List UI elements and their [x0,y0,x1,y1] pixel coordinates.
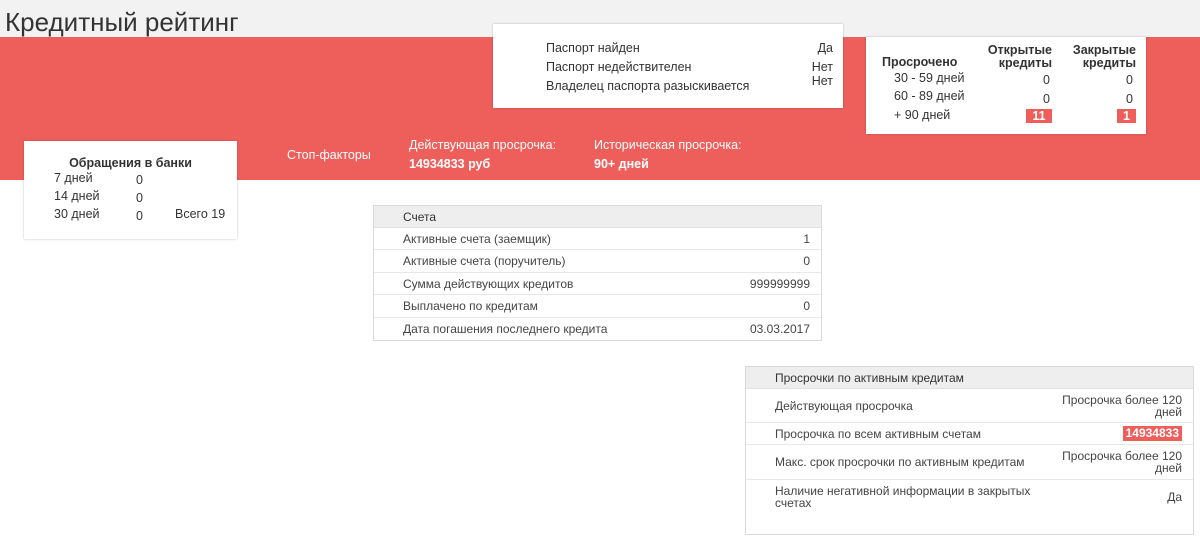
active-row-label: Просрочка по всем активным счетам [775,427,981,441]
table-row: Наличие негативной информации в закрытых… [746,480,1193,517]
current-overdue-label: Действующая просрочка: [409,138,557,152]
bank-total: Всего 19 [175,207,226,221]
table-row: Сумма действующих кредитов 999999999 [374,273,821,296]
overdue-header: Просрочено [882,55,958,69]
passport-invalid-label: Паспорт недействителен [546,60,692,74]
table-row: Действующая просрочка Просрочка более 12… [746,389,1193,423]
passport-found-label: Паспорт найден [546,41,640,55]
passport-row-invalid: Паспорт недействителен Нет [546,60,833,76]
bank-requests-card: Обращения в банки 7 дней 0 14 дней 0 30 … [24,141,237,239]
accounts-row-label: Сумма действующих кредитов [403,276,574,291]
open-30-59-value: 0 [1043,73,1050,87]
accounts-table: Счета Активные счета (заемщик) 1 Активны… [373,205,822,341]
table-row: Дата погашения последнего кредита 03.03.… [374,318,821,340]
closed-30-59-value: 0 [1126,73,1133,87]
active-overdue-table: Просрочки по активным кредитам Действующ… [745,366,1194,535]
bank-count-7: 0 [136,173,143,187]
table-row: Макс. срок просрочки по активным кредита… [746,445,1193,480]
table-row: Активные счета (заемщик) 1 [374,228,821,251]
open-credits-header: Открытые кредиты [987,43,1052,70]
table-row: Просрочка по всем активным счетам 149348… [746,423,1193,445]
passport-row-wanted: Владелец паспорта разыскивается Нет [546,74,833,95]
accounts-row-value: 0 [803,299,810,314]
active-row-value: Просрочка более 120 дней [1062,393,1182,419]
page-title: Кредитный рейтинг [5,7,239,37]
closed-credits-header: Закрытые кредиты [1072,43,1136,70]
accounts-row-label: Дата погашения последнего кредита [403,321,608,336]
active-row-label: Наличие негативной информации в закрытых… [775,484,1031,510]
bank-count-30: 0 [136,209,143,223]
passport-found-value: Да [817,41,833,55]
bank-period-14: 14 дней [54,189,100,203]
accounts-row-value: 03.03.2017 [749,321,810,336]
overdue-period-30-59: 30 - 59 дней [894,71,965,85]
closed-90-plus-value: 1 [1117,109,1136,123]
open-60-89-value: 0 [1043,92,1050,106]
passport-card: Паспорт найден Да Паспорт недействителен… [493,24,843,108]
bank-requests-title: Обращения в банки [69,156,192,170]
active-row-value: Просрочка более 120 дней [1062,449,1182,475]
table-row: Активные счета (поручитель) 0 [374,250,821,273]
active-row-label: Действующая просрочка [775,399,913,413]
historical-overdue-label: Историческая просрочка: [594,138,742,152]
bank-period-30: 30 дней [54,207,100,221]
passport-wanted-label: Владелец паспорта разыскивается [546,79,750,93]
overdue-period-90-plus: + 90 дней [894,108,951,122]
overdue-card: Просрочено Открытые кредиты Закрытые кре… [866,37,1146,134]
accounts-row-value: 999999999 [749,276,810,291]
passport-row-found: Паспорт найден Да [546,41,833,57]
bank-period-7: 7 дней [54,171,93,185]
accounts-row-label: Активные счета (заемщик) [403,232,551,246]
active-overdue-table-header: Просрочки по активным кредитам [746,367,1193,389]
open-90-plus-value: 11 [1026,109,1052,123]
stop-factors-link[interactable]: Стоп-факторы [287,148,371,162]
accounts-row-value: 1 [803,232,810,246]
accounts-row-label: Выплачено по кредитам [403,299,538,314]
passport-wanted-value: Нет [811,74,833,88]
table-row: Выплачено по кредитам 0 [374,295,821,318]
accounts-row-value: 0 [803,254,810,269]
bank-count-14: 0 [136,191,143,205]
accounts-table-header: Счета [374,206,821,228]
overdue-period-60-89: 60 - 89 дней [894,89,965,103]
closed-60-89-value: 0 [1126,92,1133,106]
accounts-row-label: Активные счета (поручитель) [403,254,566,269]
active-overdue-amount-badge: 14934833 [1122,426,1182,441]
current-overdue-value: 14934833 руб [409,157,491,171]
active-row-label: Макс. срок просрочки по активным кредита… [775,455,1025,469]
active-row-value: Да [1167,490,1182,504]
passport-invalid-value: Нет [811,60,833,74]
historical-overdue-value: 90+ дней [594,157,649,171]
